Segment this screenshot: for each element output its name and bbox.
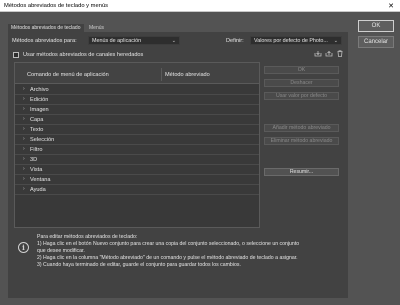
shortcuts-for-value: Menús de aplicación bbox=[92, 38, 142, 44]
define-label: Definir: bbox=[226, 38, 244, 44]
expand-arrow-icon[interactable]: › bbox=[23, 96, 25, 102]
chevron-down-icon: ⌄ bbox=[333, 38, 338, 44]
table-row[interactable]: › Ventana bbox=[15, 175, 259, 185]
table-row[interactable]: › Texto bbox=[15, 125, 259, 135]
summarize-button[interactable]: Resumir... bbox=[264, 168, 339, 176]
expand-arrow-icon[interactable]: › bbox=[23, 146, 25, 152]
shortcuts-table: Comando de menú de aplicación Método abr… bbox=[14, 62, 260, 228]
expand-arrow-icon[interactable]: › bbox=[23, 176, 25, 182]
shortcuts-for-label: Métodos abreviados para: bbox=[12, 38, 77, 44]
title-bar: Métodos abreviados de teclado y menús ✕ bbox=[0, 0, 400, 12]
table-row[interactable]: › Edición bbox=[15, 95, 259, 105]
instruction-line: Para editar métodos abreviados de teclad… bbox=[37, 234, 138, 240]
ok-button[interactable]: OK bbox=[358, 20, 394, 32]
table-row[interactable]: › 3D bbox=[15, 155, 259, 165]
cancel-button[interactable]: Cancelar bbox=[358, 36, 394, 48]
expand-arrow-icon[interactable]: › bbox=[23, 126, 25, 132]
table-row[interactable]: › Imagen bbox=[15, 105, 259, 115]
table-row[interactable]: › Filtro bbox=[15, 145, 259, 155]
row-label: Ventana bbox=[30, 176, 51, 183]
expand-arrow-icon[interactable]: › bbox=[23, 106, 25, 112]
row-label: Selección bbox=[30, 136, 55, 143]
use-default-button[interactable]: Usar valor por defecto bbox=[264, 92, 339, 100]
delete-set-icon[interactable] bbox=[336, 50, 344, 57]
column-header-command: Comando de menú de aplicación bbox=[27, 72, 109, 78]
add-shortcut-button[interactable]: Añadir método abreviado bbox=[264, 124, 339, 132]
expand-arrow-icon[interactable]: › bbox=[23, 86, 25, 92]
table-row[interactable]: › Vista bbox=[15, 165, 259, 175]
expand-arrow-icon[interactable]: › bbox=[23, 136, 25, 142]
info-icon: i bbox=[18, 242, 29, 253]
instruction-line: 2) Haga clic en la columna "Método abrev… bbox=[37, 255, 298, 261]
ok-side-button[interactable]: OK bbox=[264, 66, 339, 74]
remove-shortcut-button[interactable]: Eliminar método abreviado bbox=[264, 137, 339, 145]
instruction-line: 3) Cuando haya terminado de editar, guar… bbox=[37, 262, 241, 268]
row-label: 3D bbox=[30, 156, 38, 163]
close-icon[interactable]: ✕ bbox=[388, 2, 394, 10]
legacy-channel-shortcuts-checkbox[interactable] bbox=[13, 52, 19, 58]
table-header: Comando de menú de aplicación Método abr… bbox=[15, 63, 259, 84]
row-label: Texto bbox=[30, 126, 44, 133]
shortcuts-for-select[interactable]: Menús de aplicación ⌄ bbox=[88, 36, 180, 45]
row-label: Vista bbox=[30, 166, 43, 173]
expand-arrow-icon[interactable]: › bbox=[23, 166, 25, 172]
expand-arrow-icon[interactable]: › bbox=[23, 186, 25, 192]
table-row[interactable]: › Capa bbox=[15, 115, 259, 125]
legacy-channel-shortcuts-label: Usar métodos abreviados de canales hered… bbox=[23, 52, 144, 58]
tab-keyboard-shortcuts[interactable]: Métodos abreviados de teclado bbox=[8, 24, 84, 32]
chevron-down-icon: ⌄ bbox=[171, 38, 176, 44]
instructions-box: i Para editar métodos abreviados de tecl… bbox=[14, 234, 344, 294]
shortcut-set-value: Valores por defecto de Photo... bbox=[254, 38, 328, 44]
expand-arrow-icon[interactable]: › bbox=[23, 116, 25, 122]
instruction-line: 1) Haga clic en el botón Nuevo conjunto … bbox=[37, 241, 300, 247]
column-divider bbox=[161, 68, 162, 81]
row-label: Archivo bbox=[30, 86, 49, 93]
table-row[interactable]: › Selección bbox=[15, 135, 259, 145]
window-title: Métodos abreviados de teclado y menús bbox=[4, 3, 109, 9]
undo-button[interactable]: Deshacer bbox=[264, 79, 339, 87]
new-set-icon[interactable] bbox=[325, 50, 333, 57]
shortcuts-panel: Métodos abreviados para: Menús de aplica… bbox=[8, 32, 348, 298]
tab-menus[interactable]: Menús bbox=[86, 24, 107, 32]
table-row[interactable]: › Ayuda bbox=[15, 185, 259, 195]
table-row[interactable]: › Archivo bbox=[15, 85, 259, 95]
row-label: Edición bbox=[30, 96, 49, 103]
shortcut-set-select[interactable]: Valores por defecto de Photo... ⌄ bbox=[250, 36, 342, 45]
expand-arrow-icon[interactable]: › bbox=[23, 156, 25, 162]
column-header-shortcut: Método abreviado bbox=[165, 72, 210, 78]
instruction-line: que desee modificar. bbox=[37, 248, 85, 254]
row-label: Imagen bbox=[30, 106, 49, 113]
row-label: Ayuda bbox=[30, 186, 46, 193]
row-label: Capa bbox=[30, 116, 44, 123]
row-label: Filtro bbox=[30, 146, 43, 153]
save-set-icon[interactable] bbox=[314, 50, 322, 57]
